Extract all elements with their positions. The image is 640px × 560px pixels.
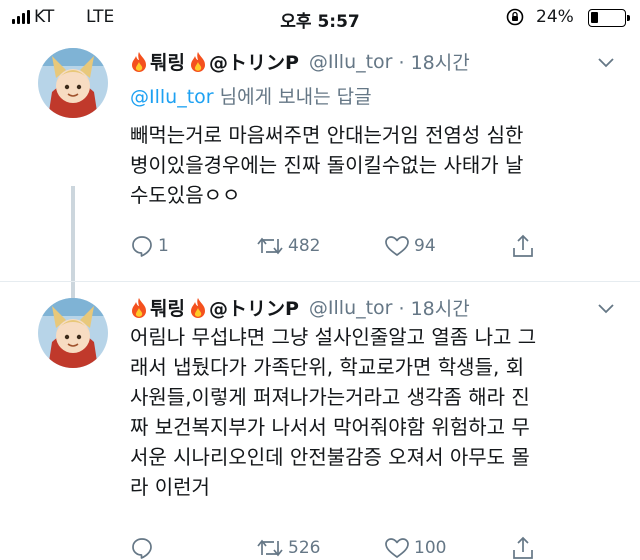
reply-button[interactable]: 1 xyxy=(130,232,169,260)
retweet-button[interactable]: 482 xyxy=(256,232,320,260)
reply-mention-link[interactable]: @Illu_tor xyxy=(130,86,214,108)
share-button[interactable] xyxy=(511,534,535,560)
like-count: 94 xyxy=(414,236,436,256)
tweet-text-line: 병이있을경우에는 진짜 돌이킬수없는 사태가 날 xyxy=(130,153,524,177)
battery-percent: 24% xyxy=(536,7,574,27)
tweet[interactable]: 퉈링 @トリンP @Illu_tor · 18시간 @Illu_tor 님에게 … xyxy=(0,36,640,322)
tweet-text: 어림나 무섭냐면 그냥 설사인줄알고 열좀 나고 그 래서 냅뒀다가 가족단위,… xyxy=(130,322,630,502)
like-button[interactable]: 100 xyxy=(384,534,446,560)
user-handle[interactable]: @Illu_tor xyxy=(309,51,393,73)
share-icon xyxy=(513,234,533,257)
like-count: 100 xyxy=(414,538,447,558)
reply-button[interactable] xyxy=(130,534,158,560)
display-name-suffix[interactable]: @トリンP xyxy=(209,48,299,75)
tweet-header: 퉈링 @トリンP @Illu_tor · 18시간 xyxy=(130,294,470,321)
tweet-text-line: 수도있음ㅇㅇ xyxy=(130,183,241,207)
like-button[interactable]: 94 xyxy=(384,232,436,260)
heart-icon xyxy=(385,538,409,558)
tweet-actions: 1 482 94 xyxy=(130,232,630,260)
tweet-text-line: 빼먹는거로 마음써주면 안대는거임 전염성 심한 xyxy=(130,123,524,147)
tweet-text-line: 라 이런거 xyxy=(130,475,210,499)
retweet-icon xyxy=(257,237,283,255)
retweet-icon xyxy=(257,539,283,557)
tweet[interactable]: 퉈링 @トリンP @Illu_tor · 18시간 어림나 무섭냐면 그냥 설사… xyxy=(0,284,640,560)
chevron-down-icon[interactable] xyxy=(598,58,614,68)
speech-bubble-icon xyxy=(132,236,152,257)
tweet-text-line: 사원들,이렇게 퍼져나가는거라고 생각좀 해라 진 xyxy=(130,385,530,409)
share-icon xyxy=(513,536,533,559)
status-bar: KT LTE 오후 5:57 24% xyxy=(0,0,640,36)
user-handle[interactable]: @Illu_tor xyxy=(309,297,393,319)
retweet-count: 482 xyxy=(288,236,321,256)
tweet-time[interactable]: · 18시간 xyxy=(399,48,470,75)
fire-icon xyxy=(190,297,205,318)
display-name[interactable]: 퉈링 xyxy=(150,48,185,75)
fire-icon xyxy=(132,51,146,72)
share-button[interactable] xyxy=(511,232,535,260)
tweet-text: 빼먹는거로 마음써주면 안대는거임 전염성 심한 병이있을경우에는 진짜 돌이킬… xyxy=(130,120,630,210)
fire-icon xyxy=(190,51,205,72)
tweet-text-line: 어림나 무섭냐면 그냥 설사인줄알고 열좀 나고 그 xyxy=(130,325,537,349)
rotation-lock-icon xyxy=(506,8,524,26)
tweet-actions: 526 100 xyxy=(130,534,630,560)
tweet-divider xyxy=(0,281,640,282)
fire-icon xyxy=(132,297,146,318)
reply-context: @Illu_tor 님에게 보내는 답글 xyxy=(130,82,372,109)
battery-icon xyxy=(588,9,630,27)
reply-count: 1 xyxy=(158,236,169,256)
tweet-text-line: 래서 냅뒀다가 가족단위, 학교로가면 학생들, 회 xyxy=(130,355,525,379)
avatar[interactable] xyxy=(38,298,108,368)
tweet-header: 퉈링 @トリンP @Illu_tor · 18시간 xyxy=(130,48,470,75)
tweet-time[interactable]: · 18시간 xyxy=(399,294,470,321)
tweet-text-line: 짜 보건복지부가 나서서 막어줘야함 위험하고 무 xyxy=(130,415,530,439)
display-name[interactable]: 퉈링 xyxy=(150,294,185,321)
speech-bubble-icon xyxy=(132,538,152,559)
reply-context-text: 님에게 보내는 답글 xyxy=(213,86,372,108)
display-name-suffix[interactable]: @トリンP xyxy=(209,294,299,321)
retweet-button[interactable]: 526 xyxy=(256,534,320,560)
tweet-text-line: 서운 시나리오인데 안전불감증 오져서 아무도 몰 xyxy=(130,445,530,469)
heart-icon xyxy=(385,236,409,256)
chevron-down-icon[interactable] xyxy=(598,304,614,314)
retweet-count: 526 xyxy=(288,538,321,558)
avatar[interactable] xyxy=(38,48,108,118)
